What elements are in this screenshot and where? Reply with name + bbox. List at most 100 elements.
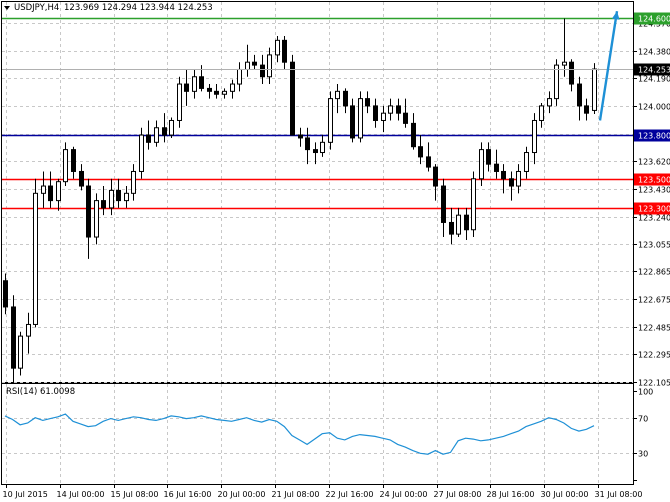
price-tick-label: 122.105 (638, 379, 670, 388)
candle-bear (441, 185, 446, 223)
candle-bear (449, 221, 454, 235)
candle-bull (388, 105, 393, 114)
price-chart[interactable]: 124.570124.380124.190124.000123.810123.6… (0, 0, 670, 502)
candle-bear (79, 170, 84, 187)
candle-bear (433, 166, 438, 187)
time-tick-label: 27 Jul 08:00 (434, 490, 482, 499)
candle-bear (11, 306, 16, 369)
candle-bull (33, 192, 38, 325)
price-tick-label: 124.190 (638, 75, 670, 84)
price-tick-label: 123.430 (638, 186, 670, 195)
price-tick-label: 122.865 (638, 268, 670, 277)
candle-bull (245, 61, 250, 70)
candle-bull (94, 200, 99, 238)
price-tick-label: 124.380 (638, 48, 670, 57)
candle-bear (305, 137, 310, 151)
rsi-tick-label: 30 (638, 450, 648, 459)
candle-bull (471, 178, 476, 231)
candle-bull (177, 83, 182, 121)
candle-bear (48, 185, 53, 202)
time-tick-label: 10 Jul 2015 (3, 490, 48, 499)
candle-bear (282, 39, 287, 63)
candle-bull (524, 152, 529, 172)
price-tick-label: 123.240 (638, 214, 670, 223)
candle-bear (343, 90, 348, 107)
candle-bear (290, 61, 295, 136)
price-tick-label: 123.620 (638, 158, 670, 167)
time-tick-label: 31 Jul 08:00 (595, 490, 643, 499)
candle-bull (562, 61, 567, 66)
candle-bull (169, 119, 174, 136)
candle-bull (547, 98, 552, 107)
candle-bear (116, 189, 121, 202)
time-tick-label: 22 Jul 16:00 (326, 490, 374, 499)
rsi-tick-label: 70 (638, 415, 648, 424)
candle-bear (350, 105, 355, 139)
candle-bear (298, 134, 303, 139)
symbol-label: USDJPY,H4 (14, 3, 59, 13)
level-price-label: 123.800 (638, 132, 670, 141)
price-tick-label: 124.000 (638, 103, 670, 112)
candle-bull (237, 68, 242, 85)
candle-bull (230, 83, 235, 92)
candle-bear (199, 76, 204, 89)
candle-bear (486, 149, 491, 165)
candle-bull (56, 181, 61, 202)
candle-bull (41, 185, 46, 194)
price-tick-label: 122.485 (638, 324, 670, 333)
candle-bear (260, 64, 265, 78)
rsi-label: RSI(14) 61.0098 (6, 387, 75, 397)
candle-bull (18, 335, 23, 369)
candle-bull (154, 127, 159, 143)
candle-bear (162, 127, 167, 136)
current-price-label: 124.253 (638, 66, 670, 75)
candle-bear (418, 146, 423, 158)
time-tick-label: 20 Jul 00:00 (218, 490, 266, 499)
rsi-panel-frame (1, 383, 634, 485)
candle-bull (532, 119, 537, 154)
candle-bear (403, 112, 408, 124)
time-tick-label: 15 Jul 08:00 (111, 490, 159, 499)
candle-bear (584, 105, 589, 114)
candle-bear (426, 156, 431, 168)
candle-bear (3, 280, 8, 308)
candle-bull (131, 170, 136, 194)
candle-bull (381, 112, 386, 121)
candle-bull (328, 98, 333, 143)
candle-bear (101, 200, 106, 209)
price-tick-label: 122.295 (638, 351, 670, 360)
candle-bull (109, 189, 114, 209)
candle-bull (479, 149, 484, 180)
candle-bear (494, 163, 499, 172)
candle-bear (71, 149, 76, 172)
candle-bull (124, 192, 129, 202)
candle-bear (86, 185, 91, 238)
time-tick-label: 24 Jul 00:00 (380, 490, 428, 499)
price-tick-label: 123.055 (638, 241, 670, 250)
candle-bear (313, 149, 318, 154)
chart-canvas[interactable]: 124.570124.380124.190124.000123.810123.6… (0, 0, 670, 502)
candle-bear (396, 105, 401, 114)
level-price-label: 123.300 (638, 205, 670, 214)
candle-bull (320, 141, 325, 154)
candle-bull (26, 323, 31, 337)
candle-bull (456, 214, 461, 235)
candle-bear (207, 87, 212, 92)
candle-bull (554, 64, 559, 100)
time-tick-label: 21 Jul 08:00 (272, 490, 320, 499)
candle-bull (275, 39, 280, 56)
candle-bear (569, 61, 574, 85)
candle-bear (577, 83, 582, 107)
candle-bull (267, 54, 272, 78)
candle-bear (464, 214, 469, 231)
candle-bull (539, 105, 544, 121)
candle-bull (592, 68, 597, 111)
level-price-label: 123.500 (638, 176, 670, 185)
candle-bull (139, 134, 144, 172)
ohlc-label: 123.969 124.294 123.944 124.253 (64, 3, 213, 13)
candle-bull (63, 149, 68, 183)
price-tick-label: 122.675 (638, 296, 670, 305)
candle-bear (373, 105, 378, 121)
time-tick-label: 16 Jul 16:00 (164, 490, 212, 499)
candle-bear (411, 122, 416, 148)
